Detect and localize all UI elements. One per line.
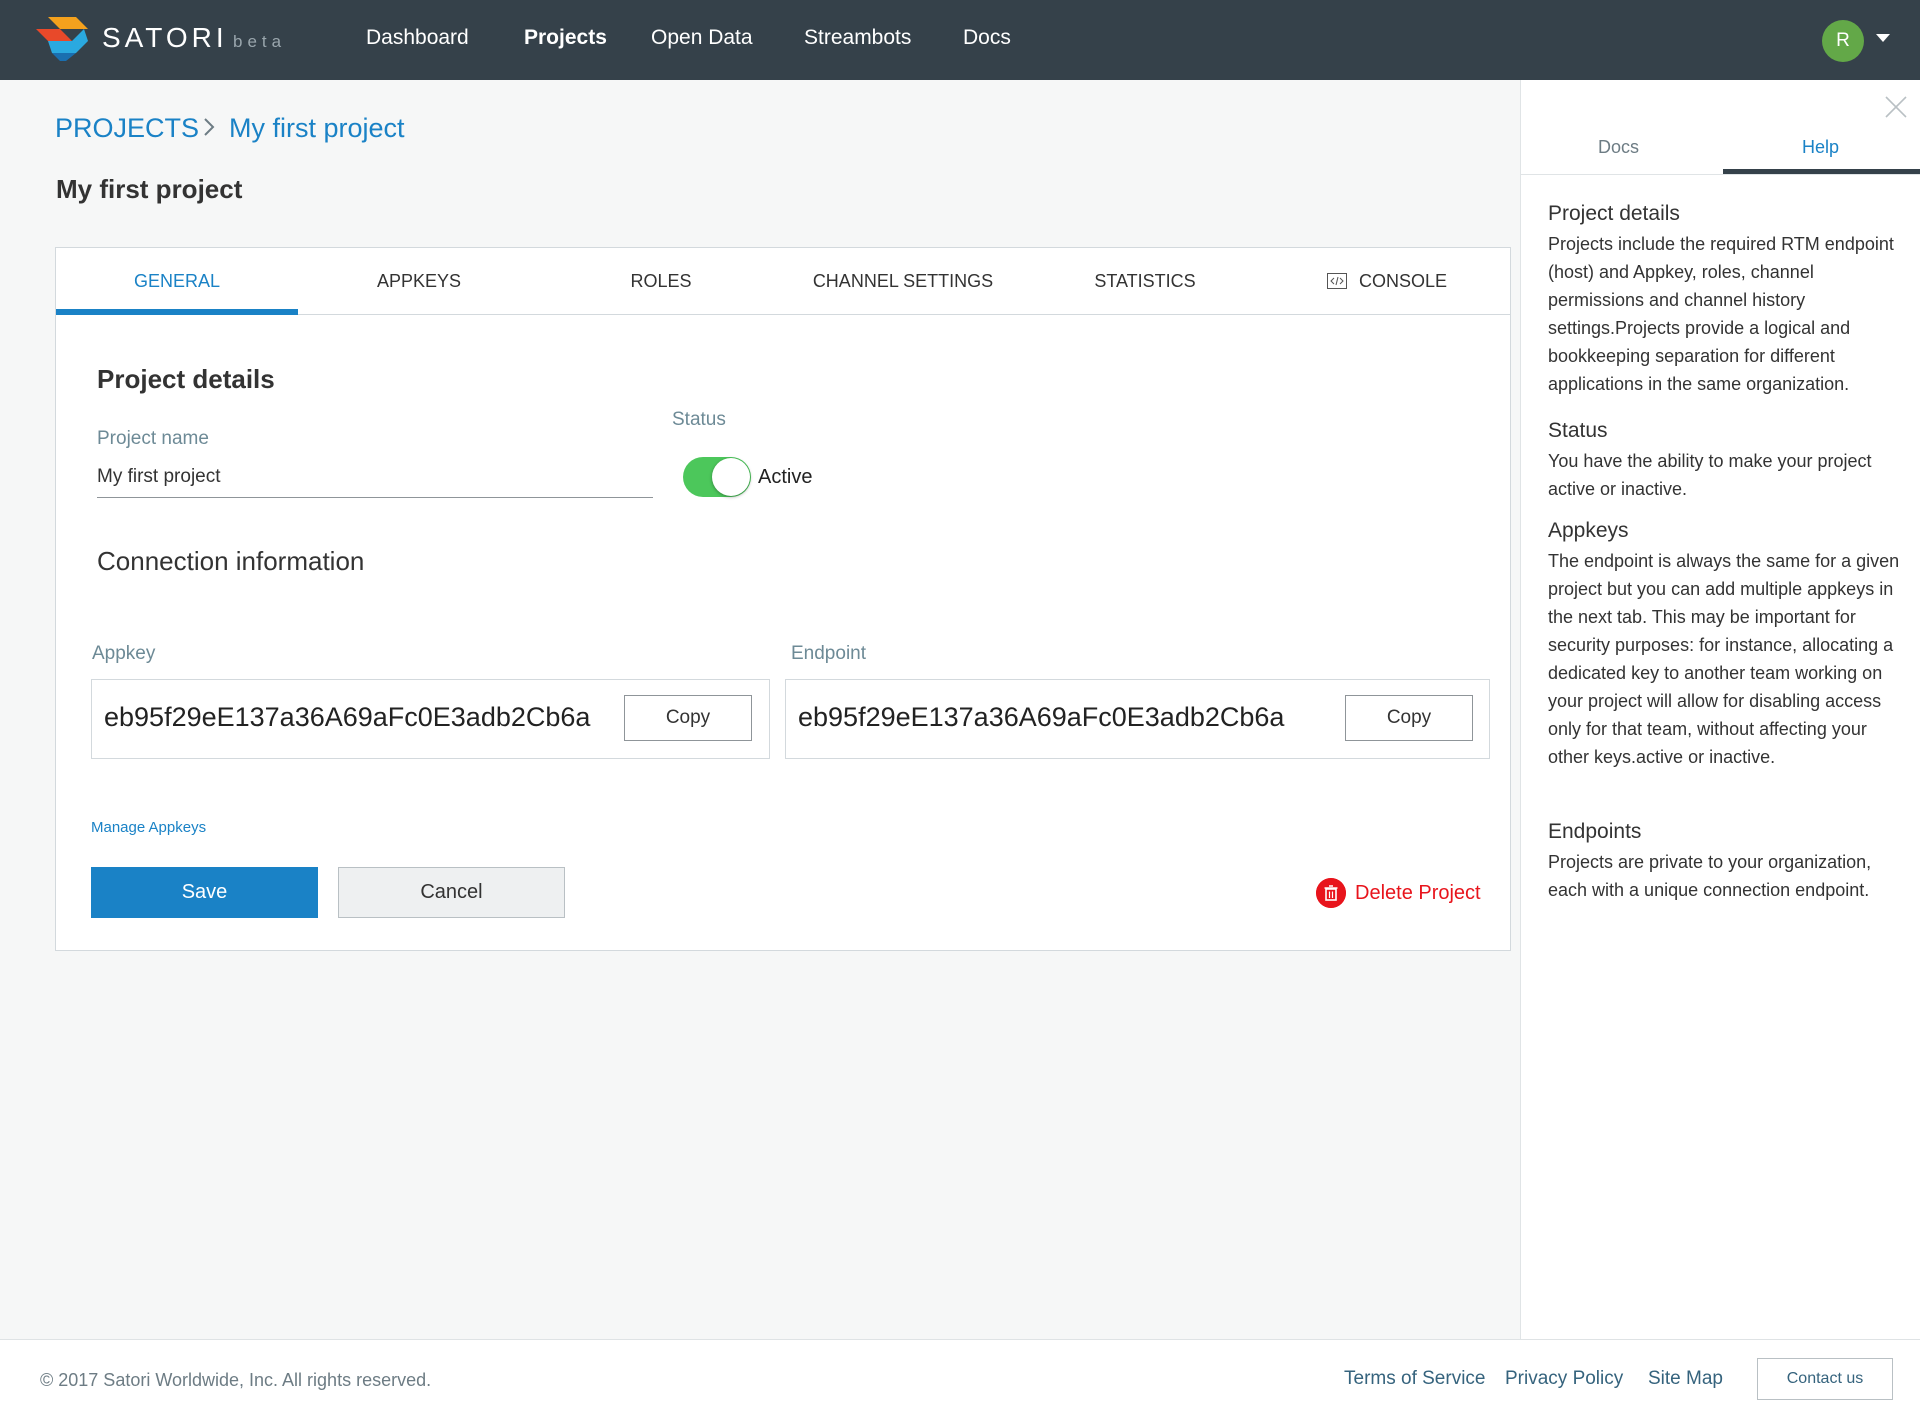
page-title: My first project — [56, 174, 243, 204]
project-name-input[interactable] — [97, 456, 653, 498]
help-text-project-details: Projects include the required RTM endpoi… — [1548, 234, 1894, 394]
project-card: GENERAL APPKEYS ROLES CHANNEL SETTINGS S… — [55, 247, 1511, 951]
breadcrumb-projects[interactable]: PROJECTS — [55, 113, 199, 144]
trash-icon — [1316, 878, 1346, 908]
tab-statistics[interactable]: STATISTICS — [1024, 248, 1266, 315]
status-value: Active — [758, 466, 813, 488]
close-icon[interactable] — [1883, 94, 1909, 120]
appkey-value[interactable]: eb95f29eE137a36A69aFc0E3adb2Cb6a — [104, 702, 590, 733]
tab-console-label: CONSOLE — [1358, 271, 1448, 291]
help-heading-endpoints: Endpoints — [1548, 820, 1642, 843]
nav-projects[interactable]: Projects — [524, 26, 607, 50]
help-tab-help[interactable]: Help — [1723, 124, 1918, 174]
tab-console[interactable]: CONSOLE — [1266, 248, 1508, 315]
manage-appkeys-link[interactable]: Manage Appkeys — [91, 819, 206, 836]
copy-endpoint-button[interactable]: Copy — [1345, 695, 1473, 741]
copyright-text: © 2017 Satori Worldwide, Inc. All rights… — [40, 1370, 432, 1390]
project-details-heading: Project details — [97, 364, 275, 394]
delete-project-label: Delete Project — [1355, 882, 1481, 904]
help-panel: Docs Help Project details Projects inclu… — [1520, 80, 1920, 1339]
cancel-button[interactable]: Cancel — [338, 867, 565, 918]
save-button[interactable]: Save — [91, 867, 318, 918]
endpoint-box: eb95f29eE137a36A69aFc0E3adb2Cb6a Copy — [785, 679, 1490, 759]
help-heading-project-details: Project details — [1548, 202, 1680, 225]
connection-heading: Connection information — [97, 546, 365, 576]
appkey-label: Appkey — [92, 643, 156, 664]
help-tab-docs[interactable]: Docs — [1521, 124, 1716, 174]
nav-streambots[interactable]: Streambots — [804, 26, 911, 50]
active-tab-indicator — [56, 309, 298, 315]
help-panel-tabs: Docs Help — [1521, 124, 1920, 174]
top-navbar: SATORI beta Dashboard Projects Open Data… — [0, 0, 1920, 80]
tab-appkeys[interactable]: APPKEYS — [298, 248, 540, 315]
project-name-label: Project name — [97, 428, 209, 449]
toggle-knob — [712, 458, 750, 496]
breadcrumb-current[interactable]: My first project — [229, 113, 405, 144]
nav-open-data[interactable]: Open Data — [651, 26, 753, 50]
appkey-box: eb95f29eE137a36A69aFc0E3adb2Cb6a Copy — [91, 679, 770, 759]
footer-sitemap-link[interactable]: Site Map — [1648, 1368, 1723, 1390]
tab-roles[interactable]: ROLES — [540, 248, 782, 315]
help-text-endpoints: Projects are private to your organizatio… — [1548, 852, 1872, 900]
status-toggle[interactable] — [683, 457, 751, 497]
help-text-appkeys: The endpoint is always the same for a gi… — [1548, 551, 1900, 767]
nav-docs[interactable]: Docs — [963, 26, 1011, 50]
avatar[interactable]: R — [1822, 20, 1864, 62]
tab-general[interactable]: GENERAL — [56, 248, 298, 315]
footer: © 2017 Satori Worldwide, Inc. All rights… — [0, 1339, 1920, 1421]
copy-appkey-button[interactable]: Copy — [624, 695, 752, 741]
chevron-down-icon[interactable] — [1876, 34, 1890, 42]
chevron-right-icon — [204, 118, 215, 136]
brand-beta-tag: beta — [233, 32, 287, 51]
brand-name[interactable]: SATORI — [102, 22, 228, 54]
help-text-status: You have the ability to make your projec… — [1548, 451, 1872, 499]
tab-bar: GENERAL APPKEYS ROLES CHANNEL SETTINGS S… — [56, 248, 1510, 315]
help-heading-appkeys: Appkeys — [1548, 519, 1629, 542]
footer-terms-link[interactable]: Terms of Service — [1344, 1368, 1485, 1390]
satori-logo-icon[interactable] — [36, 17, 88, 61]
help-heading-status: Status — [1548, 419, 1608, 442]
help-panel-divider — [1521, 174, 1920, 175]
status-label: Status — [672, 409, 726, 430]
code-icon — [1326, 272, 1347, 289]
nav-dashboard[interactable]: Dashboard — [366, 26, 469, 50]
contact-us-button[interactable]: Contact us — [1757, 1358, 1893, 1400]
tab-channel-settings[interactable]: CHANNEL SETTINGS — [782, 248, 1024, 315]
footer-privacy-link[interactable]: Privacy Policy — [1505, 1368, 1623, 1390]
endpoint-value[interactable]: eb95f29eE137a36A69aFc0E3adb2Cb6a — [798, 702, 1284, 733]
endpoint-label: Endpoint — [791, 643, 867, 664]
